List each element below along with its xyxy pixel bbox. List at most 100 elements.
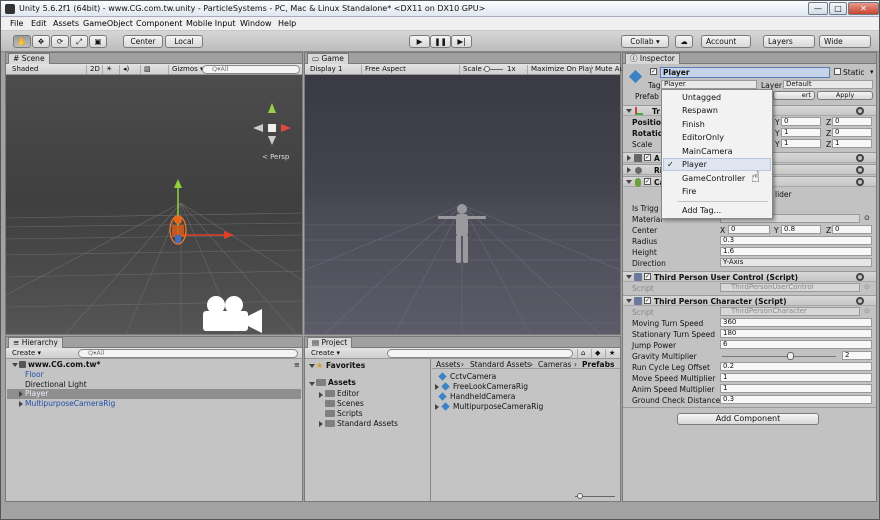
scale-slider-thumb[interactable]: [484, 66, 490, 72]
menu-file[interactable]: File: [10, 19, 23, 28]
breadcrumb-assets[interactable]: Assets: [436, 360, 460, 369]
collab-dropdown[interactable]: Collab ▾: [621, 35, 669, 48]
hand-tool-button[interactable]: ✋: [13, 35, 31, 48]
tab-project[interactable]: ▤ Project: [307, 337, 353, 348]
rigidbody-expand-icon[interactable]: [627, 167, 631, 173]
project-search-input[interactable]: [387, 349, 573, 358]
tab-inspector[interactable]: ⓘ Inspector: [625, 53, 680, 64]
revert-button[interactable]: ert: [773, 91, 815, 100]
pivot-center-button[interactable]: Center: [123, 35, 163, 48]
tab-hierarchy[interactable]: ≡ Hierarchy: [8, 337, 63, 348]
hierarchy-item-floor[interactable]: Floor: [25, 370, 44, 379]
layers-dropdown[interactable]: Layers: [763, 35, 815, 48]
tpc-expand-icon[interactable]: [626, 299, 632, 303]
minimize-button[interactable]: —: [808, 2, 828, 15]
assets-expand-icon[interactable]: [309, 382, 315, 386]
hierarchy-item-camera-rig[interactable]: MultipurposeCameraRig: [25, 399, 115, 408]
moving-turn-speed-input[interactable]: 360: [720, 318, 872, 327]
layer-dropdown[interactable]: Default: [783, 80, 873, 89]
folder-editor[interactable]: Editor: [337, 389, 359, 398]
gizmos-dropdown[interactable]: Gizmos ▾: [168, 65, 207, 74]
tag-option-editoronly[interactable]: EditorOnly: [682, 133, 724, 142]
component-settings-gear-icon[interactable]: [856, 107, 864, 115]
jump-power-input[interactable]: 6: [720, 340, 872, 349]
effects-dropdown[interactable]: ▨: [140, 65, 154, 74]
scene-menu-icon[interactable]: ≡: [294, 361, 300, 369]
center-y-input[interactable]: 0.8: [781, 225, 821, 234]
tag-option-fire[interactable]: Fire: [682, 187, 696, 196]
shaded-dropdown[interactable]: Shaded: [12, 65, 38, 74]
animator-enabled-checkbox[interactable]: ✓: [644, 154, 651, 161]
step-button[interactable]: ▶|: [451, 35, 472, 48]
favorite-search-button[interactable]: ★: [605, 349, 618, 358]
component-settings-gear-icon[interactable]: [856, 154, 864, 162]
multipurpose-expand-icon[interactable]: [435, 404, 439, 410]
component-settings-gear-icon[interactable]: [856, 273, 864, 281]
anim-speed-multiplier-input[interactable]: 1: [720, 384, 872, 393]
breadcrumb-prefabs[interactable]: Prefabs: [582, 360, 614, 369]
aspect-dropdown[interactable]: Free Aspect: [361, 65, 409, 74]
rotation-z-input[interactable]: 0: [832, 128, 872, 137]
add-component-button[interactable]: Add Component: [677, 413, 819, 425]
center-z-input[interactable]: 0: [832, 225, 872, 234]
move-speed-multiplier-input[interactable]: 1: [720, 373, 872, 382]
transform-expand-icon[interactable]: [626, 109, 632, 113]
gameobject-name-input[interactable]: Player: [660, 67, 830, 78]
object-picker-icon[interactable]: ⊙: [864, 214, 870, 222]
icon-size-slider-thumb[interactable]: [577, 493, 583, 499]
pivot-local-button[interactable]: Local: [165, 35, 203, 48]
position-z-input[interactable]: 0: [832, 117, 872, 126]
gizmo-center[interactable]: [268, 124, 276, 132]
scene-expand-icon[interactable]: [12, 363, 18, 367]
static-dropdown-arrow[interactable]: ▾: [870, 68, 874, 76]
filter-by-label-button[interactable]: ◆: [591, 349, 603, 358]
menu-gameobject[interactable]: GameObject: [83, 19, 133, 28]
hierarchy-item-player-row[interactable]: [7, 389, 301, 399]
freelook-expand-icon[interactable]: [435, 384, 439, 390]
folder-scenes[interactable]: Scenes: [337, 399, 364, 408]
account-dropdown[interactable]: Account: [701, 35, 751, 48]
menu-component[interactable]: Component: [136, 19, 182, 28]
run-cycle-leg-offset-input[interactable]: 0.2: [720, 362, 872, 371]
move-tool-button[interactable]: ✥: [32, 35, 50, 48]
standard-assets-expand-icon[interactable]: [319, 421, 323, 427]
scene-search-input[interactable]: Q▾All: [202, 65, 300, 74]
scale-z-input[interactable]: 1: [832, 139, 872, 148]
play-button[interactable]: ▶: [409, 35, 430, 48]
menu-window[interactable]: Window: [240, 19, 272, 28]
hierarchy-item-player[interactable]: Player: [25, 389, 48, 398]
tag-option-add-tag[interactable]: Add Tag...: [682, 206, 721, 215]
tpuc-expand-icon[interactable]: [626, 275, 632, 279]
filter-by-type-button[interactable]: ⌂: [577, 349, 588, 358]
position-y-input[interactable]: 0: [781, 117, 821, 126]
hierarchy-search-input[interactable]: Q▾All: [78, 349, 298, 358]
layout-dropdown[interactable]: Wide: [819, 35, 871, 48]
tag-option-maincamera[interactable]: MainCamera: [682, 147, 733, 156]
stationary-turn-speed-input[interactable]: 180: [720, 329, 872, 338]
height-input[interactable]: 1.6: [720, 247, 872, 256]
maximize-on-play-toggle[interactable]: Maximize On Play: [527, 65, 596, 74]
tab-scene[interactable]: # Scene: [8, 53, 50, 64]
tag-option-untagged[interactable]: Untagged: [682, 93, 721, 102]
center-x-input[interactable]: 0: [728, 225, 770, 234]
static-checkbox[interactable]: [834, 68, 841, 75]
gravity-slider-track[interactable]: [722, 356, 836, 357]
cloud-button[interactable]: ☁: [675, 35, 693, 48]
direction-dropdown[interactable]: Y-Axis: [720, 258, 872, 267]
asset-cctv-camera[interactable]: CctvCamera: [450, 372, 496, 381]
rect-tool-button[interactable]: ▣: [89, 35, 107, 48]
capsule-expand-icon[interactable]: [626, 180, 632, 184]
pause-button[interactable]: ❚❚: [430, 35, 451, 48]
active-checkbox[interactable]: ✓: [650, 68, 657, 75]
audio-toggle[interactable]: ◂): [119, 65, 132, 74]
player-expand-icon[interactable]: [19, 391, 23, 397]
scene-viewport[interactable]: < Persp: [6, 75, 302, 334]
asset-freelook-camera-rig[interactable]: FreeLookCameraRig: [453, 382, 528, 391]
display-dropdown[interactable]: Display 1: [310, 65, 342, 74]
component-settings-gear-icon[interactable]: [856, 178, 864, 186]
menu-edit[interactable]: Edit: [31, 19, 47, 28]
component-settings-gear-icon[interactable]: [856, 297, 864, 305]
apply-button[interactable]: Apply: [817, 91, 873, 100]
tab-game[interactable]: ▭ Game: [307, 53, 349, 64]
tpc-header[interactable]: ✓ Third Person Character (Script): [623, 295, 876, 306]
